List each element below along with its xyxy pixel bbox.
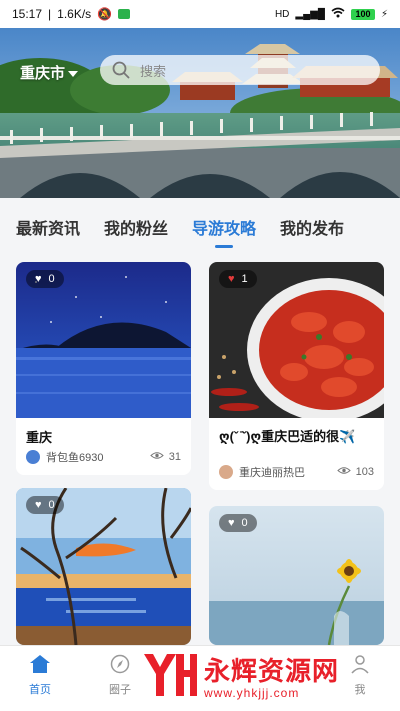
heart-icon: ♥ xyxy=(35,499,42,511)
city-selector[interactable]: 重庆市 xyxy=(20,62,79,83)
search-placeholder: 搜索 xyxy=(140,63,167,79)
status-bar: 15:17 | 1.6K/s 🔕 HD ▂▄▆█ 100 ⚡ xyxy=(0,0,400,28)
post-card[interactable]: ♥ 0 重庆 背包鱼6930 31 xyxy=(16,262,191,475)
signal-icon: ▂▄▆█ xyxy=(295,8,325,20)
chevron-down-icon xyxy=(68,70,79,77)
post-meta: 背包鱼6930 31 xyxy=(16,449,191,465)
nav-home-label: 首页 xyxy=(29,684,51,696)
post-title: 重庆 xyxy=(26,430,53,445)
likes-count: 0 xyxy=(48,273,55,285)
home-icon xyxy=(29,654,51,677)
post-image: ♥ 1 xyxy=(209,262,384,418)
post-card[interactable]: ♥ 0 xyxy=(16,488,191,645)
likes-badge[interactable]: ♥ 0 xyxy=(26,270,64,288)
category-tabs: 最新资讯 我的粉丝 导游攻略 我的发布 xyxy=(0,198,400,256)
search-icon xyxy=(112,61,130,79)
banner-image xyxy=(0,28,400,198)
tab-latest-news[interactable]: 最新资讯 xyxy=(16,215,80,239)
tab-my-fans[interactable]: 我的粉丝 xyxy=(104,215,168,239)
nav-profile-label: 我 xyxy=(354,684,366,696)
city-label: 重庆市 xyxy=(20,65,66,82)
nav-home[interactable]: 首页 xyxy=(0,646,80,711)
eye-icon xyxy=(150,451,164,463)
wifi-icon xyxy=(331,7,345,21)
post-image: ♥ 0 xyxy=(209,506,384,645)
eye-icon xyxy=(336,466,351,478)
likes-count: 0 xyxy=(241,517,248,529)
likes-count: 1 xyxy=(241,273,248,285)
watermark-logo-icon xyxy=(144,654,197,696)
compass-icon xyxy=(109,654,131,677)
tab-tour-guide[interactable]: 导游攻略 xyxy=(192,215,256,248)
views-count: 31 xyxy=(150,451,181,463)
post-card[interactable]: ♥ 0 xyxy=(209,506,384,645)
status-time: 15:17 xyxy=(12,7,43,21)
views-count: 103 xyxy=(336,466,374,478)
heart-icon: ♥ xyxy=(228,517,235,529)
network-label: HD xyxy=(274,8,290,20)
author-name[interactable]: 背包鱼6930 xyxy=(46,449,103,465)
heart-icon: ♥ xyxy=(35,273,42,285)
post-image: ♥ 0 xyxy=(16,488,191,645)
heart-icon: ♥ xyxy=(228,273,235,285)
watermark-url: www.yhkjjj.com xyxy=(204,685,300,700)
mute-icon: 🔕 xyxy=(97,7,113,21)
nav-circle-label: 圈子 xyxy=(109,684,131,696)
wechat-icon xyxy=(118,9,131,19)
post-title: ღ(ˇ ̄ˇ)ღ重庆巴适的很✈️ xyxy=(219,429,356,444)
likes-badge[interactable]: ♥ 1 xyxy=(219,270,257,288)
post-card[interactable]: ♥ 1 ღ(ˇ ̄ˇ)ღ重庆巴适的很✈️ 重庆迪丽热巴 103 xyxy=(209,262,384,490)
author-name[interactable]: 重庆迪丽热巴 xyxy=(239,464,305,480)
battery-icon: 100 xyxy=(350,8,375,20)
watermark-name: 永辉资源网 xyxy=(204,655,340,686)
search-bar[interactable]: 搜索 xyxy=(100,55,380,85)
likes-count: 0 xyxy=(48,499,55,511)
watermark: 永辉资源网 www.yhkjjj.com xyxy=(140,650,339,700)
likes-badge[interactable]: ♥ 0 xyxy=(26,496,64,514)
banner-carousel[interactable]: 重庆市 搜索 xyxy=(0,28,400,198)
avatar[interactable] xyxy=(26,450,40,464)
avatar[interactable] xyxy=(219,465,233,479)
post-image: ♥ 0 xyxy=(16,262,191,418)
tab-my-posts[interactable]: 我的发布 xyxy=(280,215,344,239)
likes-badge[interactable]: ♥ 0 xyxy=(219,514,257,532)
charging-icon: ⚡ xyxy=(380,8,388,20)
post-meta: 重庆迪丽热巴 103 xyxy=(209,464,384,480)
user-icon xyxy=(349,654,371,677)
status-speed: 1.6K/s xyxy=(57,7,92,21)
